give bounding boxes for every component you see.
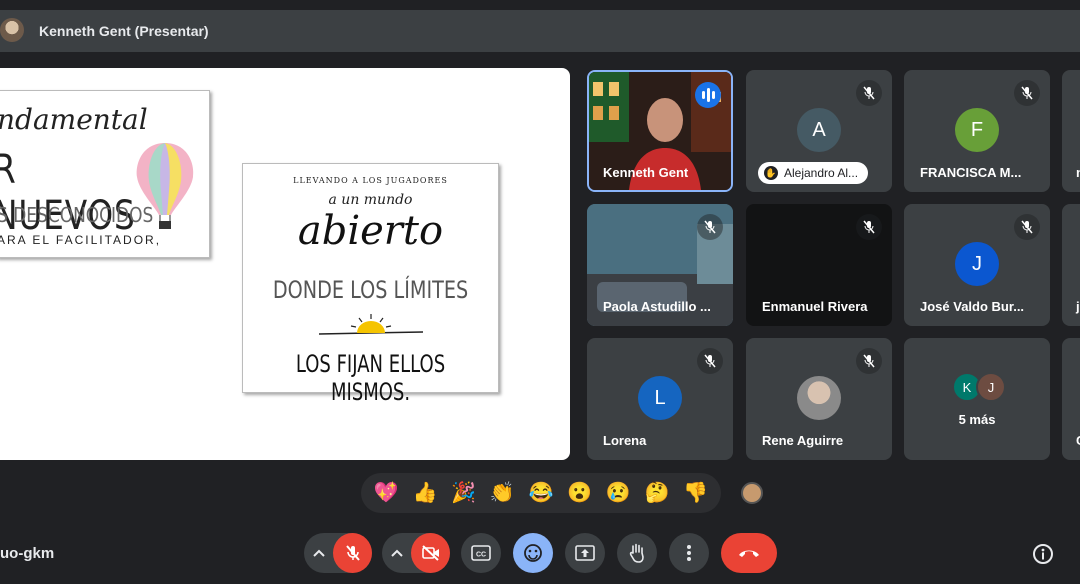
participant-name: Lorena xyxy=(603,433,647,448)
participant-name: Rene Aguirre xyxy=(762,433,844,448)
camera-control-group xyxy=(382,533,450,573)
participant-name: Kenneth Gent xyxy=(603,165,689,180)
mic-off-icon xyxy=(345,545,360,561)
mic-options-button[interactable] xyxy=(304,549,333,557)
reaction-thinking[interactable]: 🤔 xyxy=(644,483,669,503)
mic-off-icon xyxy=(697,348,723,374)
present-icon xyxy=(575,545,595,561)
participant-name: j xyxy=(1076,299,1080,314)
participant-tile-rene[interactable]: Rene Aguirre xyxy=(746,338,892,460)
chevron-up-icon xyxy=(312,549,325,557)
sunrise-icon xyxy=(319,314,423,335)
end-call-button[interactable] xyxy=(721,533,777,573)
participant-tile-francisca[interactable]: F FRANCISCA M... xyxy=(904,70,1050,192)
presenter-bar: Kenneth Gent (Presentar) xyxy=(0,10,1080,52)
participant-name: Paola Astudillo ... xyxy=(603,299,711,314)
avatar: F xyxy=(955,108,999,152)
mic-off-icon xyxy=(1014,214,1040,240)
participant-tile-partial[interactable]: n xyxy=(1062,70,1080,192)
mic-off-icon xyxy=(856,214,882,240)
reaction-thumbs-down[interactable]: 👎 xyxy=(683,483,708,503)
reaction-sparkling-heart[interactable]: 💖 xyxy=(374,483,399,503)
card2-line4: DONDE LOS LÍMITES xyxy=(272,276,469,304)
presenter-avatar xyxy=(0,18,24,42)
participant-name: C xyxy=(1076,433,1080,448)
raised-hand-badge: ✋ Alejandro Al... xyxy=(758,162,869,184)
reaction-joy[interactable]: 😂 xyxy=(529,483,554,503)
info-icon[interactable] xyxy=(1032,543,1054,565)
present-button[interactable] xyxy=(565,533,605,573)
raise-hand-button[interactable] xyxy=(617,533,657,573)
mic-toggle-button[interactable] xyxy=(333,533,372,573)
presentation-area: ndamental R NUEVOS S DESCONOCIDOS ARA EL… xyxy=(0,68,570,460)
participant-tile-lorena[interactable]: L Lorena xyxy=(587,338,733,460)
reactions-bar: 💖 👍 🎉 👏 😂 😮 😢 🤔 👎 xyxy=(361,473,721,513)
participant-tile-more[interactable]: K J 5 más xyxy=(904,338,1050,460)
mic-off-icon xyxy=(697,214,723,240)
card2-line5: LOS FIJAN ELLOS MISMOS. xyxy=(295,350,446,406)
participant-tile-alejandro[interactable]: A ✋ Alejandro Al... xyxy=(746,70,892,192)
mic-off-icon xyxy=(1014,80,1040,106)
participant-name: Enmanuel Rivera xyxy=(762,299,868,314)
avatar: A xyxy=(797,108,841,152)
hot-air-balloon-icon xyxy=(136,143,194,229)
slide-card-1: ndamental R NUEVOS S DESCONOCIDOS ARA EL… xyxy=(0,90,210,258)
reaction-surprised[interactable]: 😮 xyxy=(567,483,592,503)
raise-hand-icon xyxy=(629,543,644,563)
participant-name: FRANCISCA M... xyxy=(920,165,1022,180)
captions-icon: CC xyxy=(471,545,491,561)
chevron-up-icon xyxy=(390,549,403,557)
camera-off-icon xyxy=(421,545,439,561)
card1-line1: ndamental xyxy=(0,103,148,136)
participant-name: José Valdo Bur... xyxy=(920,299,1025,314)
skin-tone-selector[interactable] xyxy=(741,482,763,504)
card2-line3: abierto xyxy=(297,208,444,254)
camera-options-button[interactable] xyxy=(382,549,411,557)
reaction-sad[interactable]: 😢 xyxy=(606,483,631,503)
more-options-button[interactable] xyxy=(669,533,709,573)
end-call-icon xyxy=(739,550,759,557)
card1-line3: S DESCONOCIDOS xyxy=(0,203,154,227)
participant-tile-jose[interactable]: J José Valdo Bur... xyxy=(904,204,1050,326)
more-participants-label: 5 más xyxy=(958,412,996,427)
mic-off-icon xyxy=(856,80,882,106)
participant-name: n xyxy=(1076,165,1080,180)
speaking-indicator-icon xyxy=(695,82,721,108)
meeting-code: uo-gkm xyxy=(0,545,55,562)
avatar: L xyxy=(638,376,682,420)
participant-name: Alejandro Al... xyxy=(784,166,859,180)
mic-control-group xyxy=(304,533,372,573)
participant-tile-paola[interactable]: Paola Astudillo ... xyxy=(587,204,733,326)
emoji-button[interactable] xyxy=(513,533,553,573)
participant-tile-kenneth[interactable]: Kenneth Gent xyxy=(587,70,733,192)
participant-tile-partial[interactable]: j xyxy=(1062,204,1080,326)
reaction-clap[interactable]: 👏 xyxy=(490,483,515,503)
card2-line2: a un mundo xyxy=(328,192,413,208)
svg-text:CC: CC xyxy=(476,552,486,559)
slide-card-2: LLEVANDO A LOS JUGADORES a un mundo abie… xyxy=(242,163,499,406)
camera-toggle-button[interactable] xyxy=(411,533,450,573)
avatar xyxy=(797,376,841,420)
mic-off-icon xyxy=(856,348,882,374)
participant-tile-partial[interactable]: C xyxy=(1062,338,1080,460)
raise-hand-icon: ✋ xyxy=(764,166,778,180)
emoji-icon xyxy=(524,544,542,562)
reaction-party[interactable]: 🎉 xyxy=(451,483,476,503)
card2-line1: LLEVANDO A LOS JUGADORES xyxy=(293,176,448,185)
avatar: J xyxy=(955,242,999,286)
more-vert-icon xyxy=(687,545,691,561)
participant-tile-enmanuel[interactable]: Enmanuel Rivera xyxy=(746,204,892,326)
reaction-thumbs-up[interactable]: 👍 xyxy=(413,483,438,503)
avatar: J xyxy=(976,372,1006,402)
presenter-title: Kenneth Gent (Presentar) xyxy=(39,23,209,39)
captions-button[interactable]: CC xyxy=(461,533,501,573)
